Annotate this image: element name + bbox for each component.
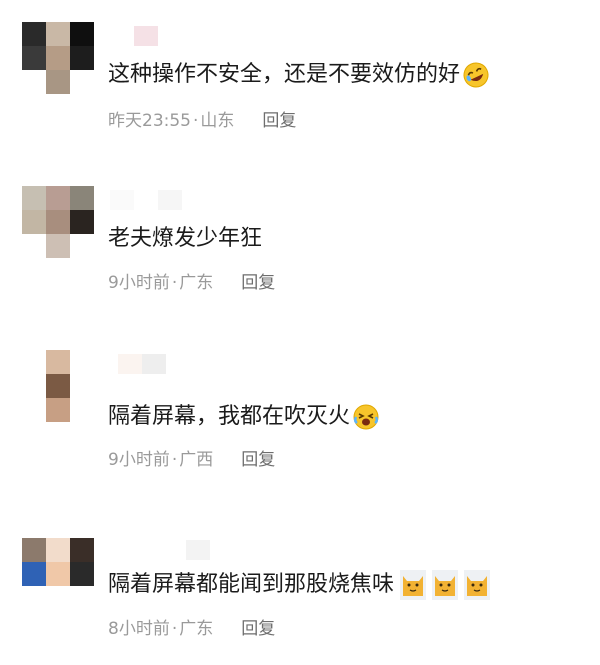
comment-meta: 9小时前 · 广东 回复 <box>108 272 275 294</box>
cat-emoji-icon <box>464 570 491 600</box>
reply-button[interactable]: 回复 <box>262 110 296 132</box>
comment-text: 隔着屏幕都能闻到那股烧焦味 <box>108 570 491 600</box>
cat-emoji-icon <box>400 570 427 600</box>
meta-separator: · <box>171 450 178 470</box>
username-blurred[interactable] <box>186 540 210 560</box>
comment-meta: 昨天23:55 · 山东 回复 <box>108 110 296 132</box>
comment-time: 9小时前 <box>108 450 170 470</box>
meta-separator: · <box>193 111 199 131</box>
reply-button[interactable]: 回复 <box>241 272 275 294</box>
reply-button[interactable]: 回复 <box>241 449 275 471</box>
comment-location: 广东 <box>179 273 214 293</box>
comment-time: 9小时前 <box>108 273 170 293</box>
username-blurred[interactable] <box>110 26 158 46</box>
comment-time: 8小时前 <box>108 619 170 639</box>
avatar[interactable] <box>22 538 94 610</box>
rofl-emoji-icon <box>463 62 489 88</box>
comment-time: 昨天23:55 <box>108 111 191 131</box>
reply-button[interactable]: 回复 <box>241 618 275 640</box>
username-blurred[interactable] <box>110 190 182 210</box>
comment-location: 广东 <box>179 619 214 639</box>
cat-emoji-icon <box>432 570 459 600</box>
comment-text: 老夫燎发少年狂 <box>108 226 263 251</box>
comment-location: 山东 <box>200 111 235 131</box>
meta-separator: · <box>171 273 178 293</box>
avatar[interactable] <box>22 22 94 94</box>
avatar[interactable] <box>22 186 94 258</box>
meta-separator: · <box>171 619 178 639</box>
comment-text: 这种操作不安全，还是不要效仿的好 <box>108 60 490 90</box>
comment-meta: 8小时前 · 广东 回复 <box>108 618 275 640</box>
avatar[interactable] <box>46 350 94 422</box>
comment-location: 广西 <box>179 450 214 470</box>
crying-laughing-emoji-icon <box>353 404 379 430</box>
comment-text: 隔着屏幕，我都在吹灭火 <box>108 402 380 432</box>
username-blurred[interactable] <box>118 354 166 374</box>
comment-meta: 9小时前 · 广西 回复 <box>108 449 275 471</box>
